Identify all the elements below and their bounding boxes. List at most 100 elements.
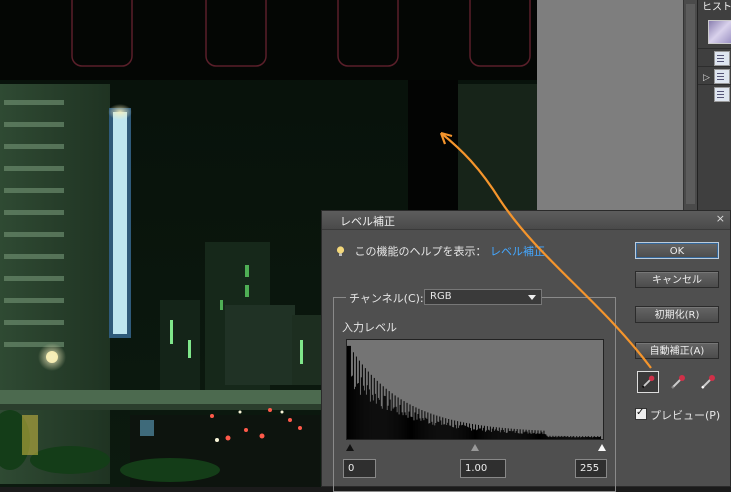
histogram-bar <box>467 426 469 439</box>
histogram-bar <box>360 377 362 439</box>
histogram-bar <box>396 412 398 439</box>
histogram-bar <box>498 427 500 439</box>
black-point-handle[interactable] <box>346 444 354 451</box>
histogram-bar <box>406 402 408 439</box>
histogram-bar <box>388 391 390 439</box>
history-row[interactable] <box>698 84 731 102</box>
histogram-bar <box>373 377 375 439</box>
history-snapshot-thumbnail[interactable] <box>708 20 731 44</box>
input-gamma-field[interactable]: 1.00 <box>460 459 506 478</box>
histogram-bar <box>397 397 399 439</box>
histogram-bar <box>448 419 450 439</box>
histogram-bar <box>549 435 551 439</box>
histogram-bar <box>567 436 569 439</box>
histogram-bar <box>532 433 534 439</box>
histogram-bar <box>408 411 410 439</box>
histogram-bar <box>558 435 560 439</box>
cancel-button[interactable]: キャンセル <box>635 271 719 288</box>
histogram-bar <box>598 436 600 439</box>
histogram-bar <box>530 433 532 439</box>
histogram-bar <box>440 420 442 439</box>
histogram-bar <box>405 415 407 439</box>
histogram-bar <box>384 396 386 439</box>
histogram-bar <box>476 429 478 439</box>
histogram-bar <box>569 437 571 439</box>
histogram-bar <box>469 423 471 439</box>
input-white-field[interactable]: 255 <box>575 459 607 478</box>
histogram-bar <box>436 415 438 439</box>
scrollbar-thumb[interactable] <box>686 4 695 204</box>
histogram-bar <box>522 429 524 439</box>
histogram-bar <box>508 430 510 439</box>
input-levels-label: 入力レベル <box>342 321 397 334</box>
histogram-bar <box>454 420 456 439</box>
histogram-bar <box>559 436 561 439</box>
chevron-down-icon <box>528 295 536 300</box>
preview-checkbox-row[interactable]: プレビュー(P) <box>635 406 721 422</box>
histogram-bar <box>494 429 496 439</box>
histogram-bar <box>482 427 484 439</box>
black-eyedropper-icon[interactable] <box>637 371 659 393</box>
preview-label: プレビュー(P) <box>650 409 721 422</box>
histogram-bar <box>374 393 376 439</box>
histogram-bar <box>566 436 568 439</box>
histogram-bar <box>418 408 420 439</box>
gray-point-handle[interactable] <box>471 444 479 451</box>
histogram-bar <box>452 427 454 439</box>
gray-eyedropper-icon[interactable] <box>667 371 689 393</box>
histogram-bar <box>531 430 533 439</box>
histogram-bar <box>462 424 464 439</box>
histogram-bar <box>581 436 583 439</box>
histogram-bar <box>551 437 553 439</box>
input-levels-slider[interactable] <box>346 444 606 454</box>
histogram-bar <box>578 437 580 439</box>
histogram-bar <box>471 430 473 439</box>
histogram-bar <box>472 423 474 439</box>
dialog-titlebar[interactable]: レベル補正 × <box>322 211 730 230</box>
white-point-handle[interactable] <box>598 444 606 451</box>
histogram-bar <box>544 434 546 439</box>
histogram-bar <box>540 430 542 439</box>
histogram-bar <box>379 383 381 439</box>
histogram-bar <box>563 436 565 439</box>
histogram-bar <box>463 422 465 439</box>
preview-checkbox[interactable] <box>635 406 647 420</box>
histogram-bar <box>511 431 513 439</box>
white-eyedropper-icon[interactable] <box>697 371 719 393</box>
histogram-bar <box>479 428 481 439</box>
histogram-bar <box>357 383 359 439</box>
histogram-bar <box>470 428 472 439</box>
histogram-bar <box>509 431 511 439</box>
histogram-bar <box>528 429 530 439</box>
help-link[interactable]: レベル補正 <box>490 245 545 258</box>
histogram-bar <box>538 433 540 439</box>
levels-dialog: レベル補正 × この機能のヘルプを表示： レベル補正 OK キャンセル 初期化(… <box>321 210 731 492</box>
histogram-bar <box>352 352 354 439</box>
histogram-bar <box>521 433 523 439</box>
ok-button[interactable]: OK <box>635 242 719 259</box>
histogram-bar <box>444 424 446 439</box>
histogram-bar <box>513 428 515 439</box>
channel-select[interactable]: RGB <box>424 289 542 305</box>
histogram-bar <box>488 430 490 439</box>
histogram-bar <box>529 432 531 439</box>
histogram-bar <box>416 419 418 439</box>
history-row[interactable] <box>698 48 731 66</box>
histogram-bar <box>496 430 498 439</box>
histogram-bar <box>596 437 598 439</box>
reset-button[interactable]: 初期化(R) <box>635 306 719 323</box>
histogram-bar <box>422 418 424 439</box>
histogram-bar <box>377 397 379 439</box>
histogram-bar <box>543 430 545 439</box>
histogram-bar <box>517 433 519 439</box>
histogram-bar <box>451 419 453 439</box>
close-icon[interactable]: × <box>716 212 725 225</box>
history-tab[interactable]: ヒストリ <box>702 0 731 16</box>
histogram-bar <box>438 422 440 439</box>
histogram-bar <box>525 429 527 439</box>
auto-button[interactable]: 自動補正(A) <box>635 342 719 359</box>
input-black-field[interactable]: 0 <box>343 459 376 478</box>
histogram-bar <box>574 437 576 439</box>
channel-label: チャンネル(C): <box>346 290 427 306</box>
histogram-bar <box>555 435 557 439</box>
